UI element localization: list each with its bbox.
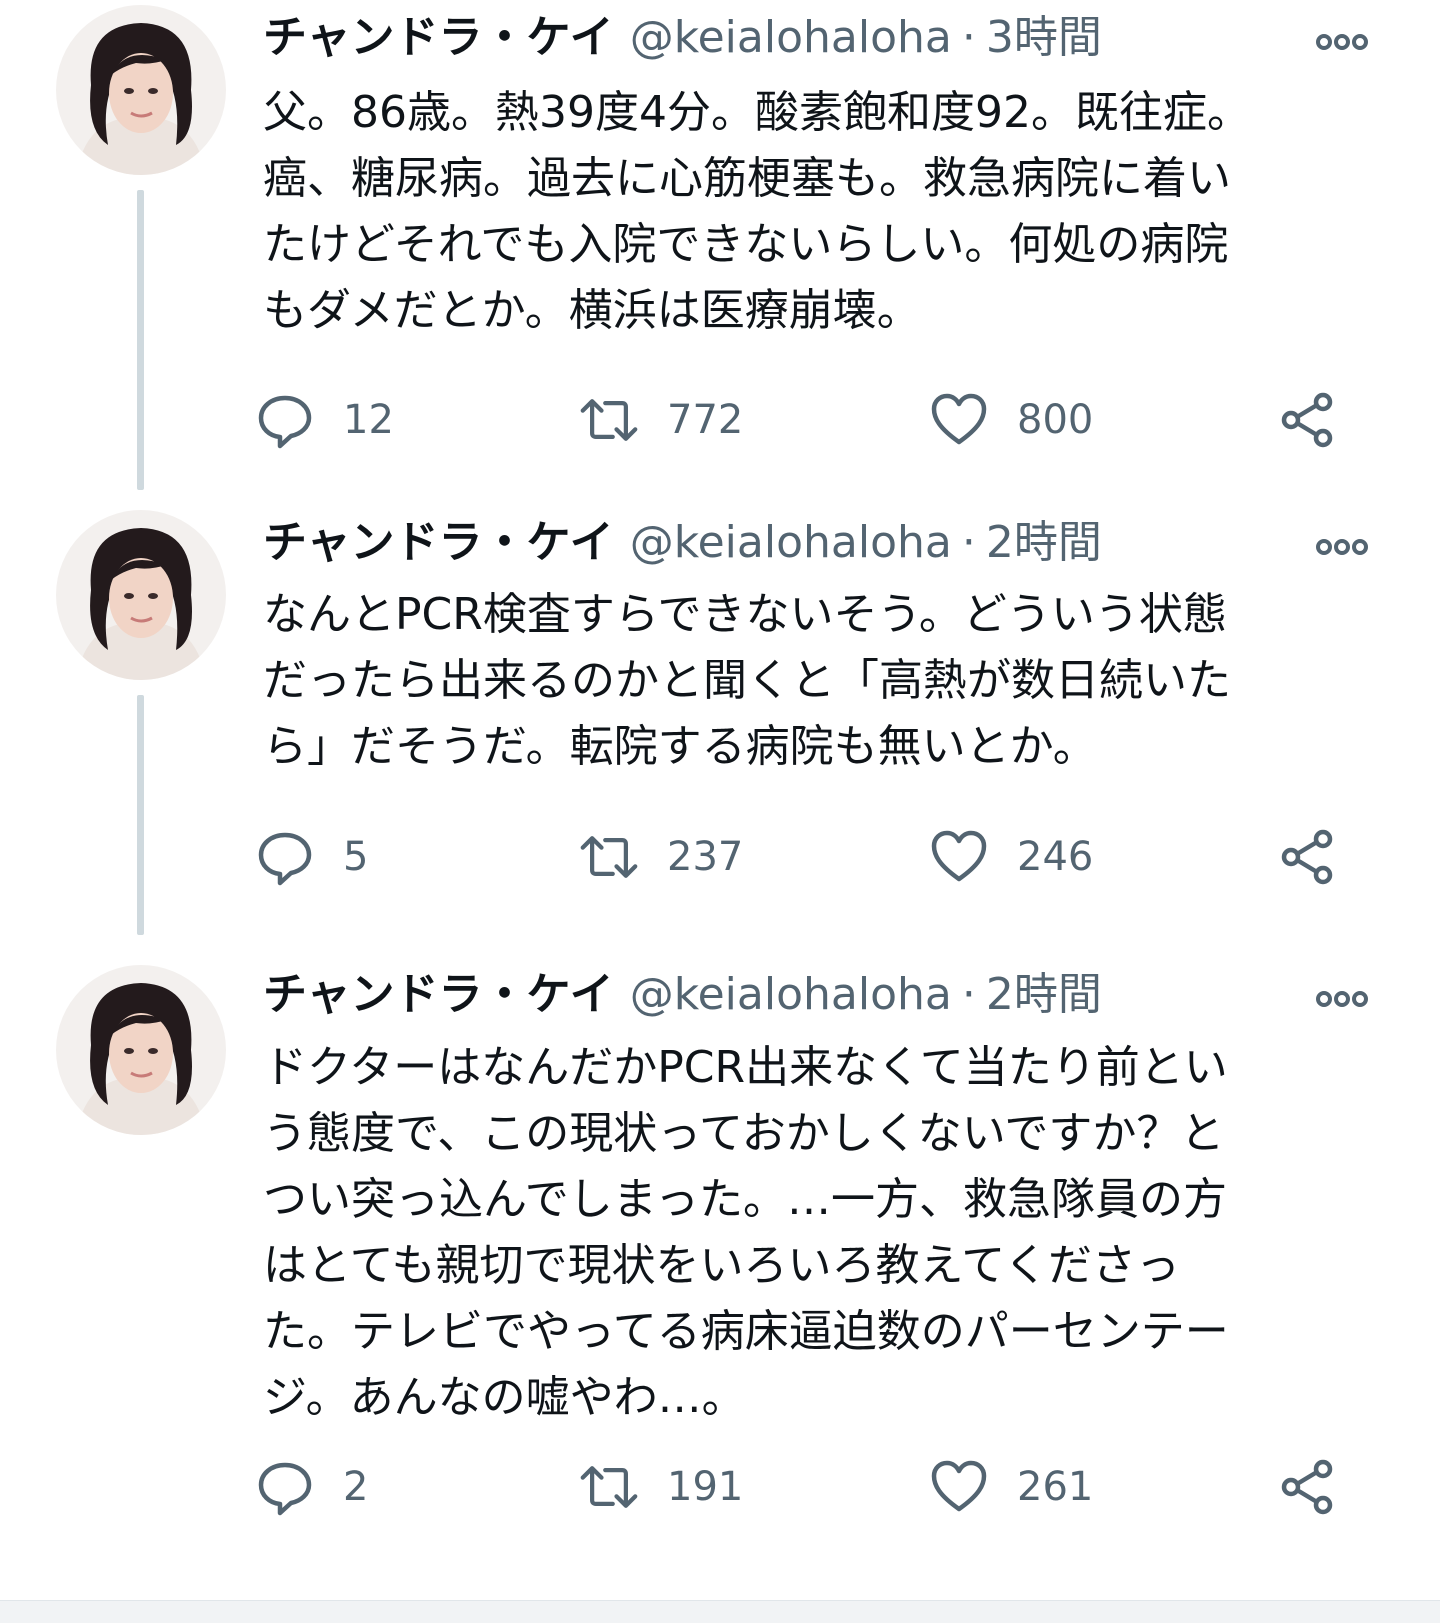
reply-icon: [255, 1457, 315, 1517]
more-options-icon: [1316, 991, 1368, 1007]
retweet-count: 772: [667, 397, 744, 443]
avatar[interactable]: [56, 965, 226, 1135]
tweet[interactable]: チャンドラ・ケイ @keialohaloha · 3時間 父。86歳。熱39度4分。酸…: [0, 0, 1440, 500]
reply-button[interactable]: 2: [255, 1452, 368, 1522]
user-handle[interactable]: @keialohaloha: [630, 517, 952, 568]
more-options-icon: [1316, 539, 1368, 555]
tweet-header: チャンドラ・ケイ @keialohaloha · 2時間: [263, 965, 1380, 1025]
tweet-text: 父。86歳。熱39度4分。酸素飽和度92。既往症。 癌、糖尿病。過去に心筋梗塞も…: [263, 80, 1373, 344]
tweet-actions: 2 191 261: [258, 1452, 1383, 1522]
like-button[interactable]: 261: [929, 1452, 1093, 1522]
tweet-text-line: なんとPCR検査すらできないそう。どういう状態: [263, 589, 1227, 640]
tweet-text-line: 癌、糖尿病。過去に心筋梗塞も。救急病院に着い: [263, 153, 1231, 204]
retweet-icon: [579, 390, 639, 450]
reply-count: 5: [343, 834, 369, 880]
separator-dot: ·: [961, 969, 976, 1020]
timestamp[interactable]: 2時間: [986, 517, 1102, 568]
retweet-icon: [579, 827, 639, 887]
more-options-button[interactable]: [1312, 523, 1372, 563]
thread-connector-line: [137, 695, 144, 935]
like-count: 800: [1017, 397, 1094, 443]
avatar[interactable]: [56, 5, 226, 175]
heart-icon: [929, 1457, 989, 1517]
retweet-count: 237: [667, 834, 744, 880]
share-icon: [1278, 390, 1338, 450]
like-button[interactable]: 800: [929, 385, 1093, 455]
timestamp[interactable]: 2時間: [986, 969, 1102, 1020]
tweet-text-line: ら」だそうだ。転院する病院も無いとか。: [263, 721, 1097, 772]
retweet-button[interactable]: 237: [579, 822, 743, 892]
reply-button[interactable]: 12: [255, 385, 394, 455]
retweet-button[interactable]: 191: [579, 1452, 743, 1522]
tweet-text-line: ジ。あんなの嘘やわ…。: [263, 1372, 746, 1423]
user-handle[interactable]: @keialohaloha: [630, 12, 952, 63]
share-icon: [1278, 827, 1338, 887]
share-icon: [1278, 1457, 1338, 1517]
tweet-text-line: たけどそれでも入院できないらしい。何処の病院: [263, 219, 1229, 270]
share-button[interactable]: [1278, 822, 1338, 892]
tweet-text-line: ドクターはなんだかPCR出来なくて当たり前とい: [263, 1042, 1228, 1093]
reply-count: 2: [343, 1464, 369, 1510]
reply-icon: [255, 390, 315, 450]
display-name[interactable]: チャンドラ・ケイ: [263, 12, 614, 63]
avatar-photo: [56, 965, 226, 1135]
tweet-text: なんとPCR検査すらできないそう。どういう状態 だったら出来るのかと聞くと「高熱…: [263, 582, 1373, 780]
heart-icon: [929, 390, 989, 450]
tweet-text-line: もダメだとか。横浜は医療崩壊。: [263, 285, 921, 336]
avatar[interactable]: [56, 510, 226, 680]
avatar-photo: [56, 5, 226, 175]
share-button[interactable]: [1278, 385, 1338, 455]
thread-connector-line: [137, 190, 144, 490]
tweet-text-line: う態度で、この現状っておかしくないですか？と: [263, 1108, 1225, 1159]
retweet-icon: [579, 1457, 639, 1517]
tweet-actions: 12 772 800: [258, 385, 1383, 455]
tweet[interactable]: チャンドラ・ケイ @keialohaloha · 2時間 なんとPCR検査すらできない…: [0, 505, 1440, 935]
tweet[interactable]: チャンドラ・ケイ @keialohaloha · 2時間 ドクターはなんだかPCR出来…: [0, 960, 1440, 1600]
like-count: 246: [1017, 834, 1094, 880]
tweet-text-line: つい突っ込んでしまった。…一方、救急隊員の方: [263, 1174, 1228, 1225]
more-options-button[interactable]: [1312, 975, 1372, 1015]
separator-dot: ·: [961, 12, 976, 63]
tweet-header: チャンドラ・ケイ @keialohaloha · 3時間: [263, 8, 1380, 68]
timestamp[interactable]: 3時間: [986, 12, 1102, 63]
separator-dot: ·: [961, 517, 976, 568]
reply-button[interactable]: 5: [255, 822, 368, 892]
display-name[interactable]: チャンドラ・ケイ: [263, 969, 614, 1020]
more-options-button[interactable]: [1312, 18, 1372, 58]
user-handle[interactable]: @keialohaloha: [630, 969, 952, 1020]
tweet-text: ドクターはなんだかPCR出来なくて当たり前とい う態度で、この現状っておかしくな…: [263, 1035, 1373, 1431]
reply-count: 12: [343, 397, 394, 443]
timeline-divider: [0, 1600, 1440, 1623]
avatar-photo: [56, 510, 226, 680]
like-button[interactable]: 246: [929, 822, 1093, 892]
more-options-icon: [1316, 34, 1368, 50]
display-name[interactable]: チャンドラ・ケイ: [263, 517, 614, 568]
like-count: 261: [1017, 1464, 1094, 1510]
tweet-header: チャンドラ・ケイ @keialohaloha · 2時間: [263, 513, 1380, 573]
tweet-text-line: 父。86歳。熱39度4分。酸素飽和度92。既往症。: [263, 87, 1251, 138]
tweet-thread: チャンドラ・ケイ @keialohaloha · 3時間 父。86歳。熱39度4分。酸…: [0, 0, 1440, 1600]
tweet-text-line: た。テレビでやってる病床逼迫数のパーセンテー: [263, 1306, 1229, 1357]
tweet-actions: 5 237 246: [258, 822, 1383, 892]
retweet-count: 191: [667, 1464, 744, 1510]
tweet-text-line: だったら出来るのかと聞くと「高熱が数日続いた: [263, 655, 1231, 706]
retweet-button[interactable]: 772: [579, 385, 743, 455]
share-button[interactable]: [1278, 1452, 1338, 1522]
tweet-text-line: はとても親切で現状をいろいろ教えてくださっ: [263, 1240, 1180, 1291]
reply-icon: [255, 827, 315, 887]
heart-icon: [929, 827, 989, 887]
